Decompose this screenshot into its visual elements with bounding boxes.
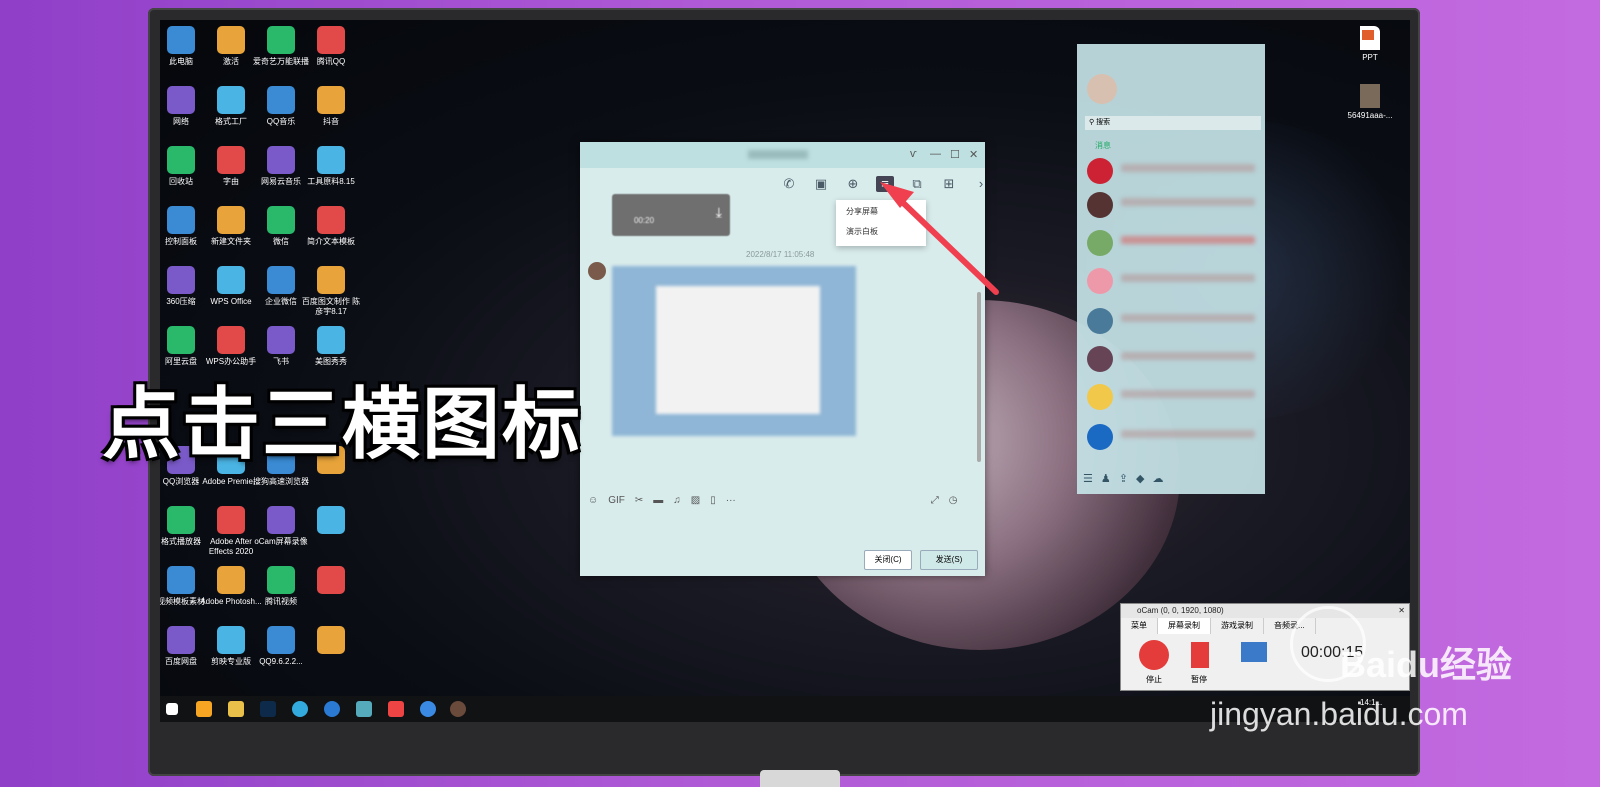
watermark-brand: Baidu经验	[1340, 644, 1513, 685]
watermark-url: jingyan.baidu.com	[1210, 696, 1468, 732]
instruction-caption: 点击三横图标	[102, 380, 583, 470]
